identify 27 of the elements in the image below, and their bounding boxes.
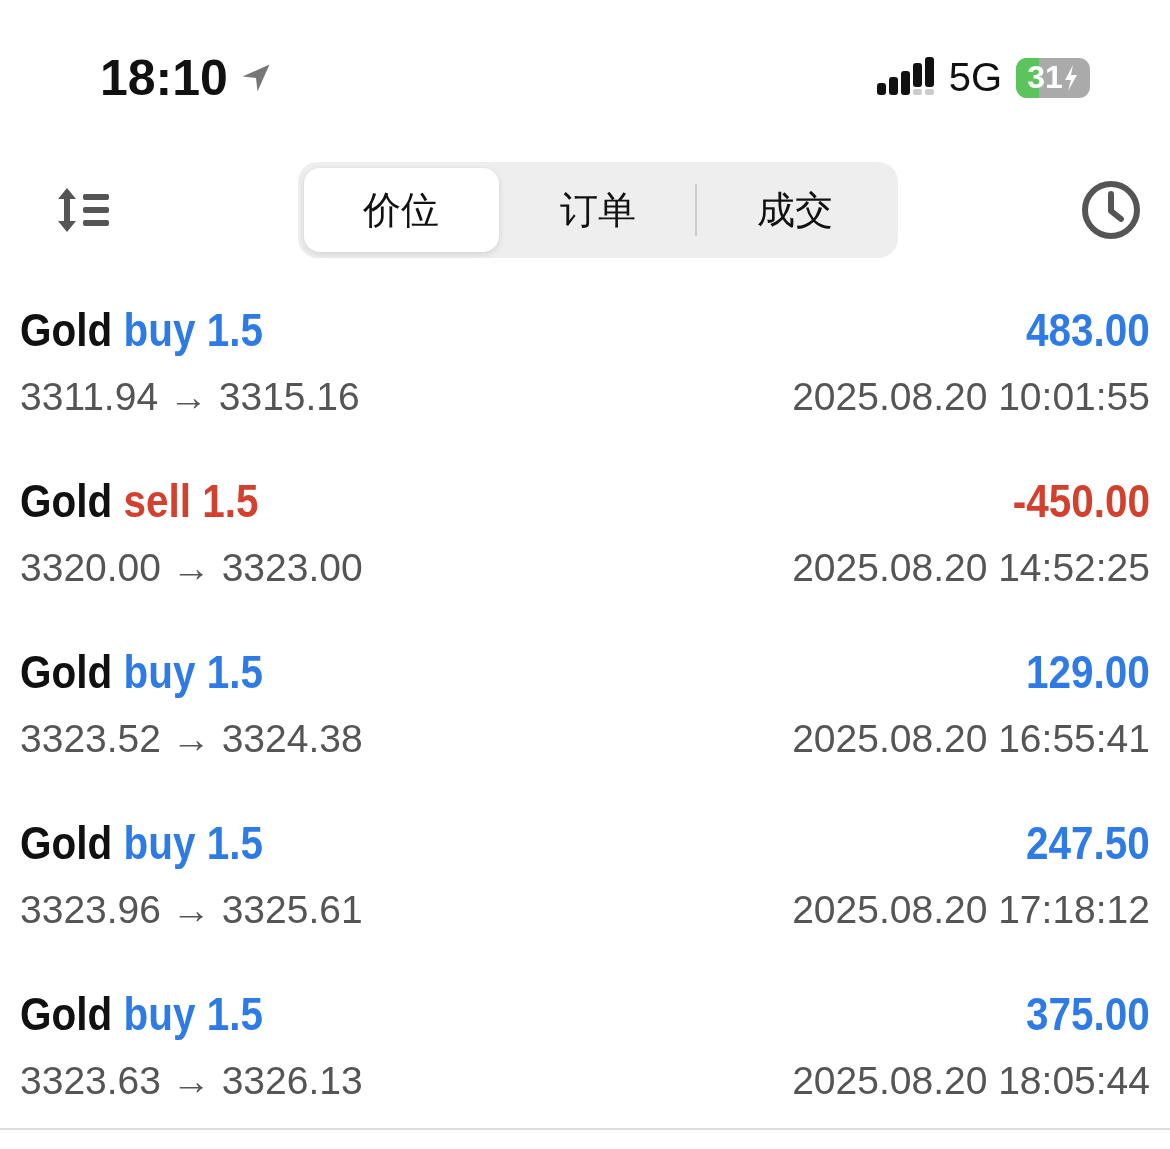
tab[interactable]: 订单 [500, 168, 696, 252]
sort-icon[interactable] [55, 186, 111, 234]
trade-profit: 247.50 [1026, 816, 1150, 870]
trade-profit: 129.00 [1026, 645, 1150, 699]
trade-time: 2025.08.20 10:01:55 [792, 375, 1150, 419]
trade-time: 2025.08.20 18:05:44 [792, 1059, 1150, 1103]
trade-time: 2025.08.20 16:55:41 [792, 717, 1150, 761]
trade-title: Gold buy 1.5 [20, 987, 263, 1041]
trade-prices: 3323.96 → 3325.61 [20, 888, 363, 932]
trade-prices: 3323.63 → 3326.13 [20, 1059, 363, 1103]
trade-profit: 483.00 [1026, 303, 1150, 357]
trade-time: 2025.08.20 14:52:25 [792, 546, 1150, 590]
status-time: 18:10 [100, 48, 228, 107]
trade-title: Gold buy 1.5 [20, 645, 263, 699]
trade-profit: 375.00 [1026, 987, 1150, 1041]
clock-icon[interactable] [1080, 179, 1142, 241]
trade-prices: 3311.94 → 3315.16 [20, 375, 360, 419]
trade-title: Gold sell 1.5 [20, 474, 259, 528]
network-label: 5G [948, 55, 1002, 100]
trade-prices: 3323.52 → 3324.38 [20, 717, 363, 761]
trade-title: Gold buy 1.5 [20, 816, 263, 870]
trade-time: 2025.08.20 17:18:12 [792, 888, 1150, 932]
trade-prices: 3320.00 → 3323.00 [20, 546, 363, 590]
tab[interactable]: 价位 [304, 168, 499, 252]
tab[interactable]: 成交 [697, 168, 892, 252]
trade-profit: -450.00 [1012, 474, 1150, 528]
trade-title: Gold buy 1.5 [20, 303, 263, 357]
